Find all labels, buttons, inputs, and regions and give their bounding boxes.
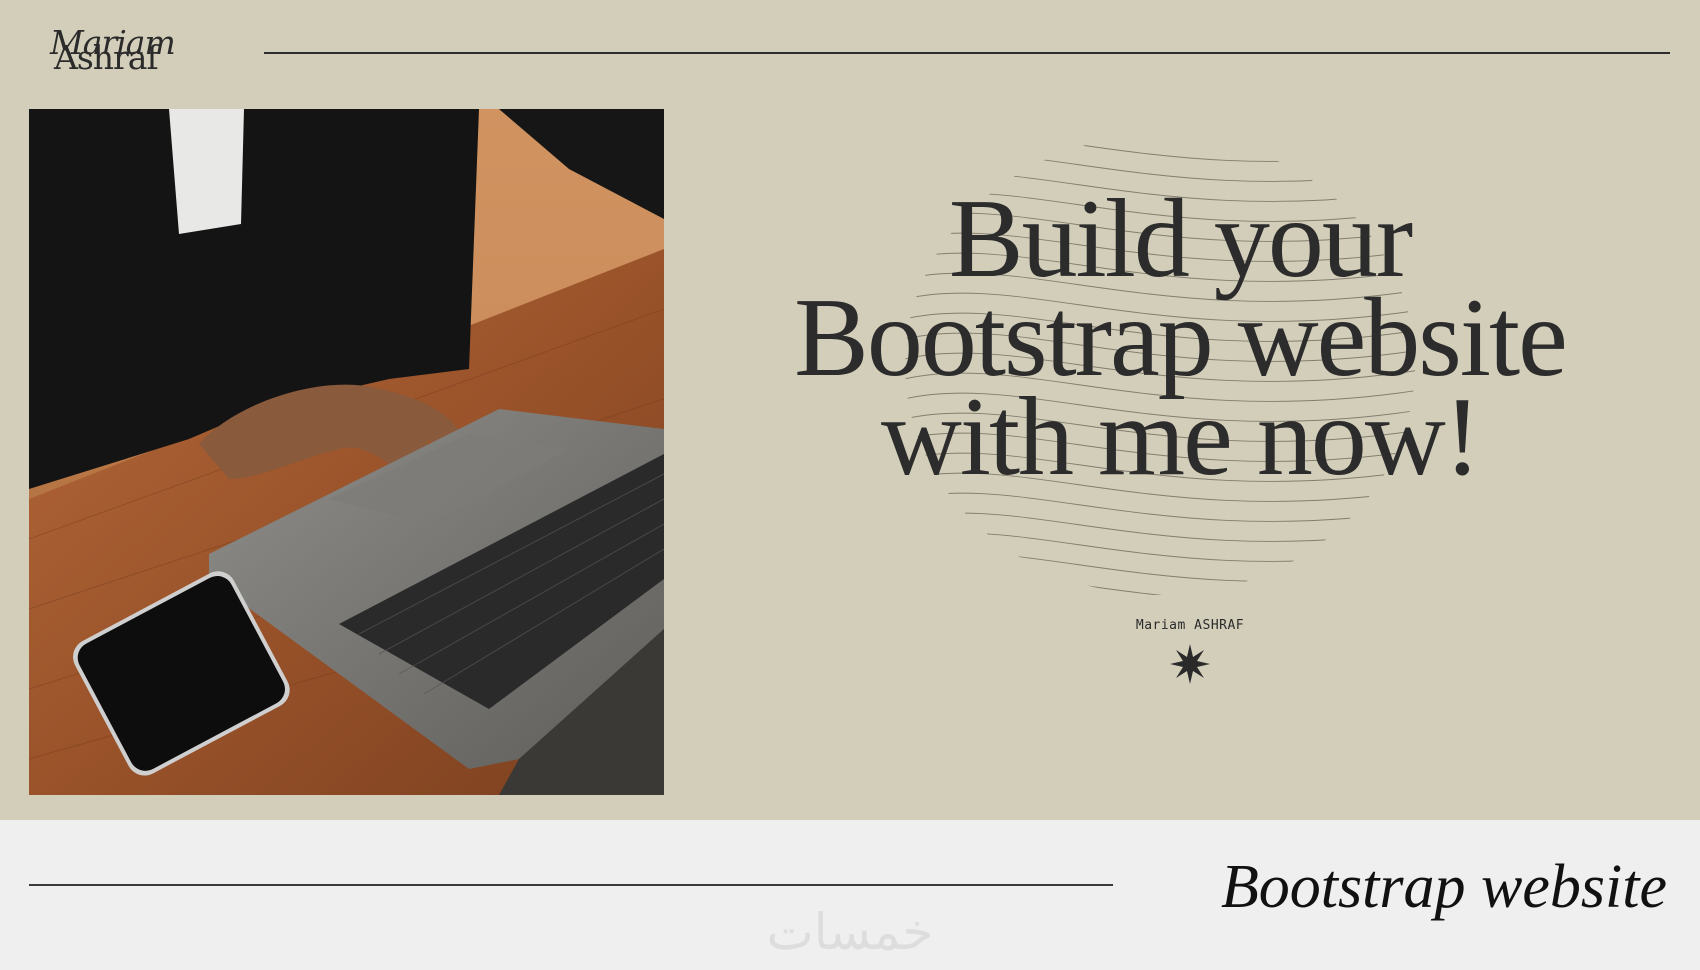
author-name: Mariam ASHRAF bbox=[1135, 618, 1245, 633]
footer-divider bbox=[29, 884, 1113, 886]
footer-title: Bootstrap website bbox=[1220, 853, 1667, 921]
headline-line-1: Build your bbox=[948, 177, 1413, 301]
logo[interactable]: Mariam Ashraf bbox=[50, 26, 176, 77]
logo-last-name: Ashraf bbox=[54, 38, 159, 77]
headline-line-2: Bootstrap website bbox=[794, 276, 1568, 400]
sparkle-star-icon bbox=[1170, 644, 1210, 684]
hero-banner: Mariam Ashraf Build your Bootstrap websi… bbox=[0, 0, 1700, 820]
header-divider bbox=[264, 52, 1670, 54]
hero-headline: Build your Bootstrap website with me now… bbox=[700, 177, 1660, 499]
site-watermark: خمسات bbox=[766, 903, 934, 961]
page: Mariam Ashraf Build your Bootstrap websi… bbox=[0, 0, 1700, 970]
headline-line-3: with me now! bbox=[880, 375, 1481, 499]
hero-photo-laptop bbox=[29, 109, 664, 795]
